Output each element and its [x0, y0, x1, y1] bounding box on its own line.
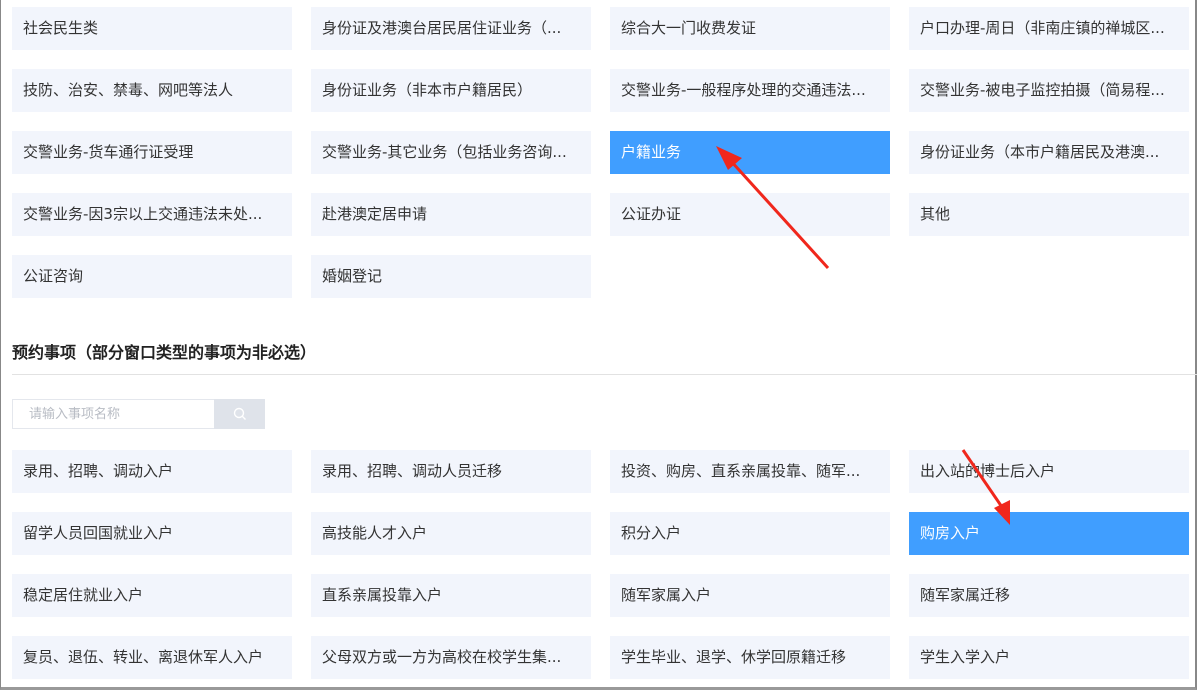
- window-type-option[interactable]: 身份证业务（非本市户籍居民）: [311, 69, 591, 112]
- window-type-option[interactable]: 公证办证: [610, 193, 890, 236]
- search-icon: [233, 407, 246, 420]
- window-type-option[interactable]: 身份证及港澳台居民居住证业务（...: [311, 7, 591, 50]
- search-button[interactable]: [214, 399, 265, 429]
- window-type-option[interactable]: 综合大一门收费发证: [610, 7, 890, 50]
- window-type-option[interactable]: 技防、治安、禁毒、网吧等法人: [12, 69, 292, 112]
- matter-option[interactable]: 录用、招聘、调动入户: [12, 450, 292, 493]
- matter-option[interactable]: 购房入户: [909, 512, 1189, 555]
- matter-option[interactable]: 留学人员回国就业入户: [12, 512, 292, 555]
- matter-option[interactable]: 稳定居住就业入户: [12, 574, 292, 617]
- matter-option[interactable]: 随军家属入户: [610, 574, 890, 617]
- matter-option[interactable]: 投资、购房、直系亲属投靠、随军...: [610, 450, 890, 493]
- section-title: 预约事项（部分窗口类型的事项为非必选）: [12, 343, 317, 362]
- window-type-option[interactable]: 户口办理-周日（非南庄镇的禅城区...: [909, 7, 1189, 50]
- window-type-option[interactable]: 婚姻登记: [311, 255, 591, 298]
- window-type-option[interactable]: 公证咨询: [12, 255, 292, 298]
- window-type-grid: 社会民生类 身份证及港澳台居民居住证业务（... 综合大一门收费发证 户口办理-周日（…: [12, 7, 1191, 298]
- matter-option[interactable]: 随军家属迁移: [909, 574, 1189, 617]
- divider: [12, 374, 1197, 375]
- matter-option[interactable]: 出入站的博士后入户: [909, 450, 1189, 493]
- window-type-option[interactable]: 户籍业务: [610, 131, 890, 174]
- matter-option[interactable]: 学生入学入户: [909, 636, 1189, 679]
- matter-option[interactable]: 复员、退伍、转业、离退休军人入户: [12, 636, 292, 679]
- matter-option[interactable]: 高技能人才入户: [311, 512, 591, 555]
- window-type-option[interactable]: 社会民生类: [12, 7, 292, 50]
- matter-option[interactable]: 学生毕业、退学、休学回原籍迁移: [610, 636, 890, 679]
- window-type-option[interactable]: 交警业务-货车通行证受理: [12, 131, 292, 174]
- window-type-option[interactable]: 赴港澳定居申请: [311, 193, 591, 236]
- matter-option[interactable]: 积分入户: [610, 512, 890, 555]
- matter-grid: 录用、招聘、调动入户 录用、招聘、调动人员迁移 投资、购房、直系亲属投靠、随军...…: [12, 450, 1191, 679]
- window-type-option[interactable]: 交警业务-一般程序处理的交通违法...: [610, 69, 890, 112]
- matter-option[interactable]: 父母双方或一方为高校在校学生集...: [311, 636, 591, 679]
- window-type-option[interactable]: 其他: [909, 193, 1189, 236]
- window-type-option[interactable]: 交警业务-被电子监控拍摄（简易程...: [909, 69, 1189, 112]
- matter-search: [12, 399, 265, 429]
- window-type-option[interactable]: 身份证业务（本市户籍居民及港澳...: [909, 131, 1189, 174]
- matter-option[interactable]: 录用、招聘、调动人员迁移: [311, 450, 591, 493]
- window-type-option[interactable]: 交警业务-其它业务（包括业务咨询...: [311, 131, 591, 174]
- window-type-option[interactable]: 交警业务-因3宗以上交通违法未处...: [12, 193, 292, 236]
- matter-search-input[interactable]: [12, 399, 214, 429]
- matter-option[interactable]: 直系亲属投靠入户: [311, 574, 591, 617]
